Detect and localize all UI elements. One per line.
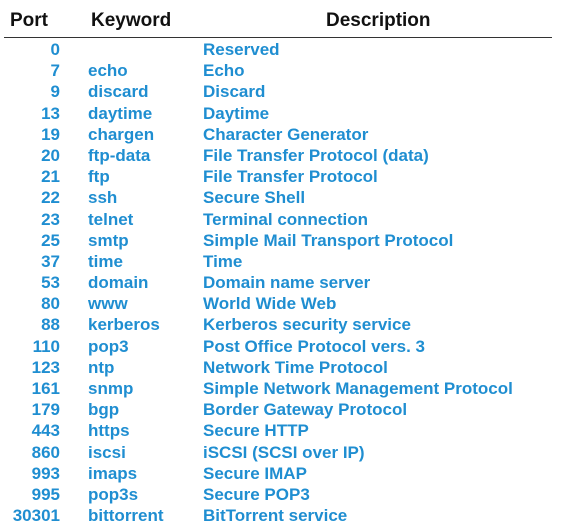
description-cell: World Wide Web (203, 294, 337, 314)
port-cell: 9 (50, 82, 60, 102)
port-cell: 161 (31, 379, 60, 398)
table-row: 0 Reserved (0, 39, 568, 60)
port-cell: 22 (41, 188, 60, 208)
port-cell: 88 (41, 315, 60, 335)
keyword-cell: ftp (88, 167, 110, 187)
port-cell: 23 (41, 209, 60, 229)
port-cell: 20 (41, 145, 60, 165)
port-cell: 25 (41, 230, 60, 250)
table-row: 179 bgp Border Gateway Protocol (0, 399, 568, 420)
keyword-cell: snmp (88, 379, 134, 398)
header-keyword: Keyword (91, 10, 172, 31)
keyword-cell: discard (88, 82, 149, 102)
port-cell: 80 (41, 294, 60, 314)
port-cell: 53 (41, 273, 60, 293)
table-row: 110 pop3 Post Office Protocol vers. 3 (0, 336, 568, 357)
port-cell: 0 (50, 40, 60, 59)
port-cell: 993 (31, 463, 60, 483)
description-cell: File Transfer Protocol (203, 167, 378, 187)
port-table: Port Keyword Description 0 Reserved 7 ec… (0, 8, 568, 526)
keyword-cell: https (88, 421, 130, 441)
table-row: 30301 bittorrent BitTorrent service (0, 505, 568, 526)
port-cell: 443 (31, 421, 60, 441)
table-row: 993 imaps Secure IMAP (0, 463, 568, 484)
table-row: 7 echo Echo (0, 60, 568, 81)
description-cell: Border Gateway Protocol (203, 400, 408, 420)
table-row: 37 time Time (0, 251, 568, 272)
keyword-cell: echo (88, 61, 128, 81)
port-cell: 995 (31, 484, 60, 504)
description-cell: Domain name server (203, 273, 371, 293)
description-cell: Kerberos security service (203, 315, 411, 335)
keyword-cell: smtp (88, 230, 129, 250)
table-row: 19 chargen Character Generator (0, 124, 568, 145)
port-cell: 30301 (12, 506, 60, 526)
description-cell: Reserved (203, 40, 280, 59)
port-cell: 110 (32, 336, 60, 356)
description-cell: File Transfer Protocol (data) (203, 145, 429, 165)
table-row: 22 ssh Secure Shell (0, 187, 568, 208)
keyword-cell: domain (88, 273, 149, 293)
keyword-cell: telnet (88, 209, 134, 229)
description-cell: Time (203, 251, 243, 271)
description-cell: Terminal connection (203, 209, 368, 229)
description-cell: BitTorrent service (203, 506, 348, 526)
keyword-cell: iscsi (88, 442, 126, 462)
port-cell: 123 (31, 357, 60, 377)
description-cell: Character Generator (203, 124, 369, 144)
keyword-cell: bgp (88, 400, 120, 420)
table-row: 21 ftp File Transfer Protocol (0, 166, 568, 187)
description-cell: Post Office Protocol vers. 3 (203, 336, 426, 356)
table-row: 13 daytime Daytime (0, 103, 568, 124)
port-cell: 19 (41, 124, 60, 144)
keyword-cell: www (88, 294, 128, 314)
table-row: 123 ntp Network Time Protocol (0, 357, 568, 378)
table-row: 53 domain Domain name server (0, 272, 568, 293)
description-cell: Secure POP3 (203, 484, 310, 504)
description-cell: iSCSI (SCSI over IP) (203, 442, 365, 462)
description-cell: Secure HTTP (203, 421, 309, 441)
table-row: 80 www World Wide Web (0, 293, 568, 314)
port-cell: 860 (31, 442, 60, 462)
table-row: 23 telnet Terminal connection (0, 209, 568, 230)
table-header: Port Keyword Description (0, 8, 568, 36)
keyword-cell: ftp-data (88, 145, 151, 165)
description-cell: Discard (203, 82, 266, 102)
description-cell: Simple Mail Transport Protocol (203, 230, 454, 250)
table-row: 9 discard Discard (0, 81, 568, 102)
table-row: 995 pop3s Secure POP3 (0, 484, 568, 505)
header-description: Description (326, 10, 431, 31)
port-cell: 37 (41, 251, 60, 271)
table-row: 443 https Secure HTTP (0, 420, 568, 441)
keyword-cell: ssh (88, 188, 118, 208)
keyword-cell: kerberos (88, 315, 160, 335)
description-cell: Simple Network Management Protocol (203, 379, 513, 398)
port-cell: 179 (31, 400, 60, 420)
description-cell: Echo (203, 61, 245, 81)
description-cell: Daytime (203, 103, 270, 123)
table-body: 0 Reserved 7 echo Echo 9 discard Discard… (0, 39, 568, 526)
keyword-cell: bittorrent (88, 506, 164, 526)
description-cell: Secure IMAP (203, 463, 307, 483)
keyword-cell: time (88, 251, 123, 271)
keyword-cell: ntp (88, 357, 115, 377)
table-row: 25 smtp Simple Mail Transport Protocol (0, 230, 568, 251)
header-divider (4, 37, 552, 38)
keyword-cell: pop3 (88, 336, 129, 356)
description-cell: Secure Shell (203, 188, 306, 208)
keyword-cell: chargen (88, 124, 155, 144)
description-cell: Network Time Protocol (203, 357, 388, 377)
port-cell: 21 (41, 167, 60, 187)
keyword-cell: daytime (88, 103, 153, 123)
table-row: 88 kerberos Kerberos security service (0, 314, 568, 335)
port-cell: 7 (50, 61, 60, 81)
header-port: Port (10, 10, 48, 31)
table-row: 860 iscsi iSCSI (SCSI over IP) (0, 442, 568, 463)
port-cell: 13 (41, 103, 60, 123)
table-row: 20 ftp-data File Transfer Protocol (data… (0, 145, 568, 166)
keyword-cell: imaps (88, 463, 138, 483)
table-row: 161 snmp Simple Network Management Proto… (0, 378, 568, 399)
keyword-cell: pop3s (88, 484, 139, 504)
